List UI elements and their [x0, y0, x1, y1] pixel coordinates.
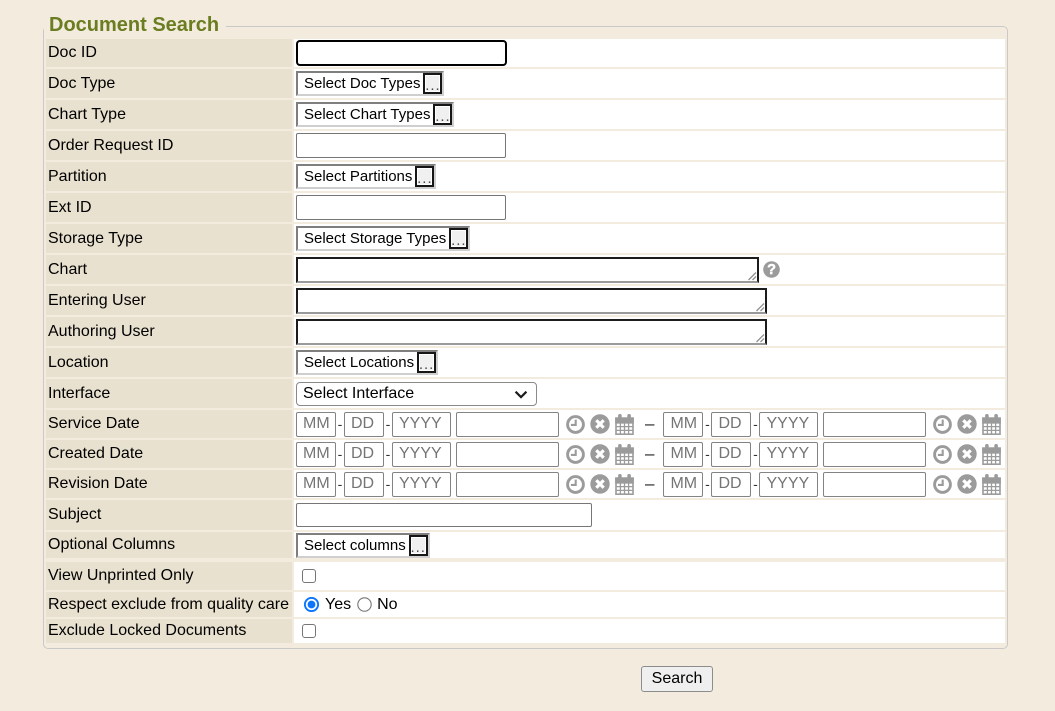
- svg-text:?: ?: [767, 262, 776, 278]
